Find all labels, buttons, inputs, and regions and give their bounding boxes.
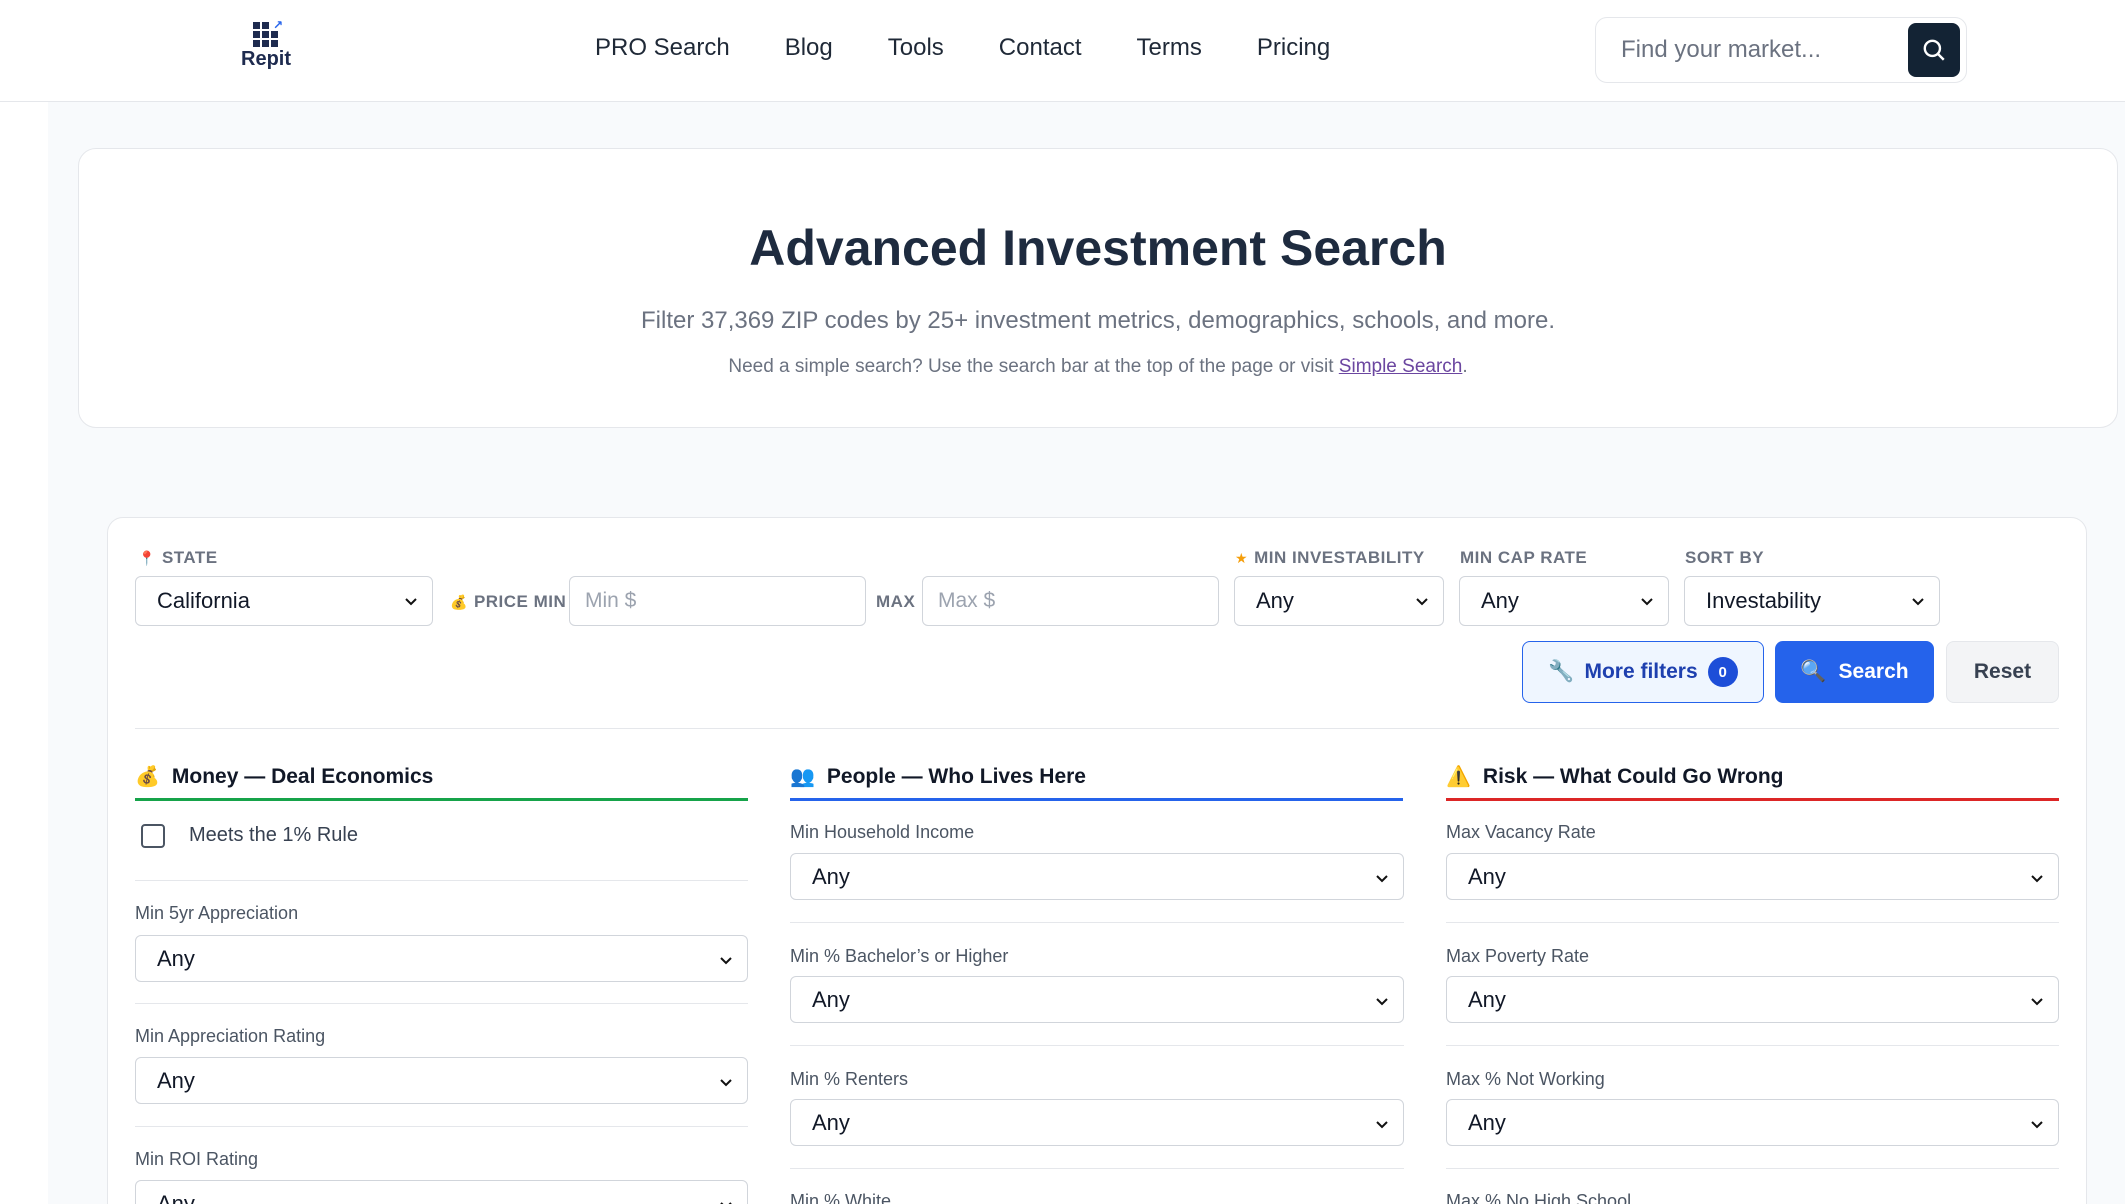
max-poverty-rate-select[interactable]: Any (1446, 976, 2059, 1023)
pin-icon: 📍 (138, 549, 156, 566)
price-min-label: 💰 PRICE MIN (450, 592, 567, 611)
max-no-high-school-label: Max % No High School (1446, 1191, 1632, 1204)
row-divider (790, 1168, 1404, 1169)
nav-pricing[interactable]: Pricing (1257, 34, 1330, 62)
nav-blog[interactable]: Blog (785, 34, 833, 62)
row-divider (135, 880, 748, 881)
price-min-input[interactable] (569, 576, 866, 626)
min-roi-rating-label: Min ROI Rating (135, 1149, 259, 1169)
state-select[interactable]: California (135, 576, 433, 626)
repit-logo[interactable]: ↗ Repit (236, 18, 296, 78)
more-filters-button[interactable]: 🔧 More filters 0 (1522, 641, 1764, 703)
chevron-down-icon (720, 957, 732, 965)
search-icon (1923, 39, 1945, 61)
sort-by-select[interactable]: Investability (1684, 576, 1940, 626)
chevron-down-icon (2031, 1121, 2043, 1129)
reset-button[interactable]: Reset (1946, 641, 2059, 703)
row-divider (135, 1003, 748, 1004)
panel-divider (135, 728, 2059, 729)
max-not-working-label: Max % Not Working (1446, 1069, 1605, 1089)
star-icon: ★ (1235, 549, 1249, 566)
min-investability-label: ★ MIN INVESTABILITY (1235, 548, 1425, 567)
row-divider (1446, 1168, 2059, 1169)
main-nav: PRO Search Blog Tools Contact Terms Pric… (595, 34, 1385, 62)
page-subtitle: Filter 37,369 ZIP codes by 25+ investmen… (641, 307, 1555, 334)
nav-contact[interactable]: Contact (999, 34, 1082, 62)
one-percent-rule-label: Meets the 1% Rule (189, 824, 358, 846)
people-icon: 👥 (790, 766, 815, 788)
chevron-down-icon (1912, 598, 1924, 606)
chevron-down-icon (1376, 875, 1388, 883)
min-investability-select[interactable]: Any (1234, 576, 1444, 626)
min-roi-rating-select[interactable]: Any (135, 1180, 748, 1204)
simple-search-note: Need a simple search? Use the search bar… (728, 356, 1468, 377)
min-cap-rate-label: MIN CAP RATE (1460, 548, 1588, 567)
magnifier-icon: 🔍 (1800, 660, 1827, 683)
market-search-button[interactable] (1908, 23, 1960, 77)
min-renters-label: Min % Renters (790, 1069, 909, 1089)
search-button[interactable]: 🔍 Search (1775, 641, 1934, 703)
left-gutter (0, 102, 48, 1204)
price-max-label: MAX (876, 592, 916, 611)
hero-card: Advanced Investment Search Filter 37,369… (78, 148, 2118, 428)
row-divider (790, 922, 1404, 923)
sort-by-label: SORT BY (1685, 548, 1765, 567)
max-vacancy-rate-select[interactable]: Any (1446, 853, 2059, 900)
money-group-header: 💰 Money — Deal Economics (135, 755, 748, 801)
min-bachelors-select[interactable]: Any (790, 976, 1404, 1023)
page-title: Advanced Investment Search (749, 220, 1447, 276)
min-household-income-select[interactable]: Any (790, 853, 1404, 900)
min-white-label: Min % White (790, 1191, 892, 1204)
filter-count-badge: 0 (1707, 657, 1738, 687)
risk-group-header: ⚠️ Risk — What Could Go Wrong (1446, 755, 2059, 801)
logo-text: Repit (241, 48, 291, 70)
row-divider (1446, 1045, 2059, 1046)
min-cap-rate-select[interactable]: Any (1459, 576, 1669, 626)
money-bag-icon: 💰 (450, 593, 468, 610)
min-appreciation-rating-select[interactable]: Any (135, 1057, 748, 1104)
one-percent-rule-checkbox[interactable] (141, 824, 165, 848)
chevron-down-icon (1376, 1121, 1388, 1129)
people-group-header: 👥 People — Who Lives Here (790, 755, 1403, 801)
warning-icon: ⚠️ (1446, 766, 1471, 788)
chevron-down-icon (2031, 998, 2043, 1006)
market-search (1595, 17, 1967, 83)
max-vacancy-rate-label: Max Vacancy Rate (1446, 822, 1596, 842)
chevron-down-icon (720, 1202, 732, 1204)
row-divider (135, 1126, 748, 1127)
min-appreciation-rating-label: Min Appreciation Rating (135, 1026, 326, 1046)
max-not-working-select[interactable]: Any (1446, 1099, 2059, 1146)
nav-tools[interactable]: Tools (888, 34, 944, 62)
wrench-icon: 🔧 (1548, 660, 1575, 683)
nav-pro-search[interactable]: PRO Search (595, 34, 730, 62)
nav-terms[interactable]: Terms (1137, 34, 1202, 62)
min-5yr-appreciation-label: Min 5yr Appreciation (135, 903, 299, 923)
chevron-down-icon (405, 598, 417, 606)
market-search-input[interactable] (1597, 19, 1897, 81)
min-5yr-appreciation-select[interactable]: Any (135, 935, 748, 982)
site-header: ↗ Repit PRO Search Blog Tools Contact Te… (0, 0, 2125, 102)
chevron-down-icon (1641, 598, 1653, 606)
min-bachelors-label: Min % Bachelor’s or Higher (790, 946, 1009, 966)
price-max-input[interactable] (922, 576, 1219, 626)
state-label: 📍 STATE (138, 548, 218, 567)
max-poverty-rate-label: Max Poverty Rate (1446, 946, 1590, 966)
min-household-income-label: Min Household Income (790, 822, 975, 842)
logo-grid-icon: ↗ (253, 18, 283, 47)
row-divider (790, 1045, 1404, 1046)
chevron-down-icon (2031, 875, 2043, 883)
chevron-down-icon (1376, 998, 1388, 1006)
chevron-down-icon (720, 1079, 732, 1087)
simple-search-link[interactable]: Simple Search (1339, 356, 1463, 377)
chevron-down-icon (1416, 598, 1428, 606)
money-bag-icon: 💰 (135, 766, 160, 788)
min-renters-select[interactable]: Any (790, 1099, 1404, 1146)
row-divider (1446, 922, 2059, 923)
